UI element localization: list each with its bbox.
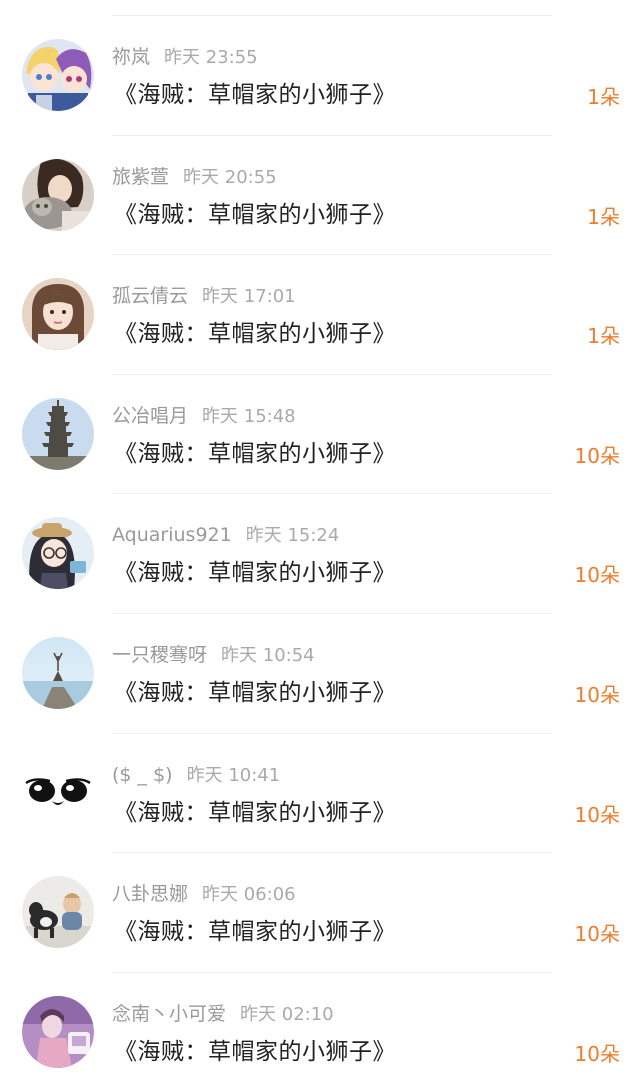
user-name[interactable]: 孤云倩云 — [112, 285, 188, 307]
gift-meta: ($ _ $) 昨天 10:41 — [112, 762, 280, 788]
user-name[interactable]: ($ _ $) — [112, 764, 173, 786]
girl-with-cat-avatar[interactable] — [22, 158, 94, 231]
list-item[interactable]: 祢岚 昨天 23:55 《海贼：草帽家的小狮子》 1朵 — [0, 16, 640, 136]
anime-girl-hat-avatar[interactable] — [22, 517, 94, 590]
gift-amount: 1朵 — [587, 204, 620, 229]
gift-time: 昨天 23:55 — [164, 47, 258, 68]
book-title[interactable]: 《海贼：草帽家的小狮子》 — [114, 915, 396, 949]
gift-time: 昨天 17:01 — [202, 286, 296, 308]
book-title[interactable]: 《海贼：草帽家的小狮子》 — [114, 556, 396, 590]
pagoda-avatar[interactable] — [22, 397, 94, 470]
gift-time: 昨天 20:55 — [183, 166, 277, 188]
book-title[interactable]: 《海贼：草帽家的小狮子》 — [114, 1035, 396, 1069]
cartoon-eyes-avatar[interactable] — [22, 756, 94, 829]
gift-amount: 10朵 — [574, 443, 620, 468]
gift-amount: 1朵 — [587, 324, 620, 349]
book-title[interactable]: 《海贼：草帽家的小狮子》 — [114, 78, 396, 112]
gift-amount: 10朵 — [574, 563, 620, 588]
book-title[interactable]: 《海贼：草帽家的小狮子》 — [114, 437, 396, 471]
list-item[interactable]: 一只稷骞呀 昨天 10:54 《海贼：草帽家的小狮子》 10朵 — [0, 614, 640, 734]
list-item[interactable]: 念南丶小可爱 昨天 02:10 《海贼：草帽家的小狮子》 10朵 — [0, 973, 640, 1086]
user-name[interactable]: 念南丶小可爱 — [112, 1003, 226, 1025]
gift-meta: 一只稷骞呀 昨天 10:54 — [112, 642, 315, 668]
gift-time: 昨天 15:48 — [202, 405, 296, 427]
list-item[interactable]: 孤云倩云 昨天 17:01 《海贼：草帽家的小狮子》 1朵 — [0, 255, 640, 375]
gift-amount: 1朵 — [587, 85, 620, 109]
gift-meta: 念南丶小可爱 昨天 02:10 — [112, 1001, 334, 1027]
gift-meta: 八卦思娜 昨天 06:06 — [112, 881, 296, 907]
list-item[interactable]: 旅紫萱 昨天 20:55 《海贼：草帽家的小狮子》 1朵 — [0, 136, 640, 256]
user-name[interactable]: 一只稷骞呀 — [112, 644, 207, 666]
baby-with-dog-avatar[interactable] — [22, 876, 94, 949]
gift-time: 昨天 02:10 — [240, 1003, 334, 1025]
book-title[interactable]: 《海贼：草帽家的小狮子》 — [114, 796, 396, 830]
gift-amount: 10朵 — [574, 922, 620, 947]
gift-amount: 10朵 — [574, 802, 620, 827]
book-title[interactable]: 《海贼：草帽家的小狮子》 — [114, 198, 396, 232]
list-item[interactable]: 八卦思娜 昨天 06:06 《海贼：草帽家的小狮子》 10朵 — [0, 853, 640, 973]
girl-portrait-avatar[interactable] — [22, 278, 94, 351]
gift-time: 昨天 15:24 — [245, 525, 340, 547]
gift-time: 昨天 10:54 — [221, 644, 315, 666]
list-item[interactable]: 公冶唱月 昨天 15:48 《海贼：草帽家的小狮子》 10朵 — [0, 375, 640, 495]
gift-amount: 10朵 — [574, 682, 620, 707]
book-title[interactable]: 《海贼：草帽家的小狮子》 — [114, 676, 396, 710]
book-title[interactable]: 《海贼：草帽家的小狮子》 — [114, 317, 396, 351]
gift-list: 祢岚 昨天 23:55 《海贼：草帽家的小狮子》 1朵 旅紫萱 昨天 20:55… — [0, 16, 640, 1086]
user-name[interactable]: 旅紫萱 — [112, 166, 169, 188]
user-name[interactable]: 祢岚 — [112, 46, 150, 68]
gift-meta: Aquarius921 昨天 15:24 — [112, 522, 339, 548]
user-name[interactable]: 公冶唱月 — [112, 405, 188, 427]
gift-amount: 10朵 — [574, 1041, 620, 1066]
gift-record-page: 祢岚 昨天 23:55 《海贼：草帽家的小狮子》 1朵 旅紫萱 昨天 20:55… — [0, 0, 640, 1086]
gift-meta: 旅紫萱 昨天 20:55 — [112, 164, 277, 190]
gift-meta: 公冶唱月 昨天 15:48 — [112, 403, 296, 429]
gift-meta: 祢岚 昨天 23:55 — [112, 44, 258, 70]
user-name[interactable]: Aquarius921 — [112, 524, 232, 546]
list-item[interactable]: ($ _ $) 昨天 10:41 《海贼：草帽家的小狮子》 10朵 — [0, 734, 640, 854]
yoga-pier-avatar[interactable] — [22, 636, 94, 709]
pink-room-avatar[interactable] — [22, 995, 94, 1068]
list-item[interactable]: Aquarius921 昨天 15:24 《海贼：草帽家的小狮子》 10朵 — [0, 494, 640, 614]
gift-time: 昨天 10:41 — [186, 764, 281, 786]
gift-meta: 孤云倩云 昨天 17:01 — [112, 283, 296, 309]
anime-couple-avatar[interactable] — [22, 39, 94, 111]
user-name[interactable]: 八卦思娜 — [112, 883, 188, 905]
gift-time: 昨天 06:06 — [202, 884, 296, 906]
